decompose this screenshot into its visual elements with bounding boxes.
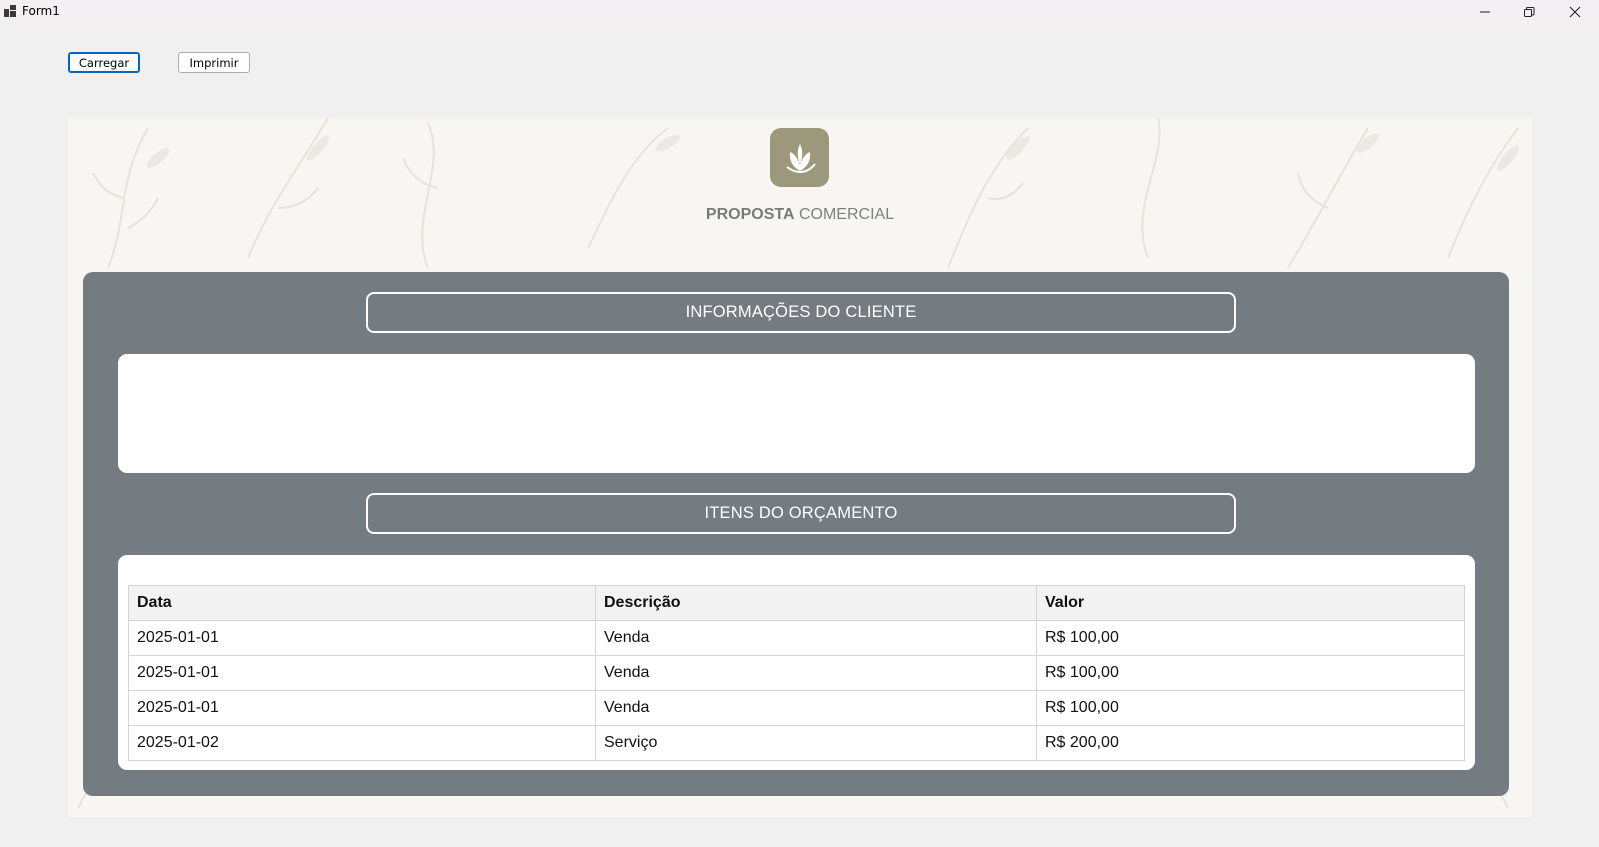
column-header-description: Descrição <box>595 585 1037 621</box>
cell-description: Venda <box>595 620 1037 656</box>
flower-logo-icon <box>770 128 829 187</box>
cell-value: R$ 100,00 <box>1036 655 1465 691</box>
column-header-date: Data <box>128 585 596 621</box>
cell-value: R$ 100,00 <box>1036 620 1465 656</box>
cell-date: 2025-01-01 <box>128 690 596 726</box>
app-icon <box>4 5 16 17</box>
client-info-box <box>118 354 1475 473</box>
document-title-rest: COMERCIAL <box>798 206 895 223</box>
table-row: 2025-01-01 Venda R$ 100,00 <box>128 690 1465 726</box>
cell-value: R$ 100,00 <box>1036 690 1465 726</box>
restore-button[interactable] <box>1506 0 1552 23</box>
minimize-icon <box>1480 11 1490 12</box>
close-icon <box>1569 6 1581 17</box>
table-row: 2025-01-02 Serviço R$ 200,00 <box>128 725 1465 761</box>
budget-items-heading: ITENS DO ORÇAMENTO <box>366 493 1236 534</box>
cell-description: Serviço <box>595 725 1037 761</box>
budget-items-table: Data Descrição Valor 2025-01-01 Venda R$… <box>128 585 1465 761</box>
window-title: Form1 <box>22 4 60 18</box>
cell-date: 2025-01-01 <box>128 620 596 656</box>
cell-value: R$ 200,00 <box>1036 725 1465 761</box>
proposal-document: PROPOSTA COMERCIAL INFORMAÇÕES DO CLIENT… <box>68 118 1532 817</box>
print-button[interactable]: Imprimir <box>178 52 250 73</box>
table-row: 2025-01-01 Venda R$ 100,00 <box>128 655 1465 691</box>
cell-date: 2025-01-01 <box>128 655 596 691</box>
document-title-bold: PROPOSTA <box>705 206 795 223</box>
client-info-heading: INFORMAÇÕES DO CLIENTE <box>366 292 1236 333</box>
table-row: 2025-01-01 Venda R$ 100,00 <box>128 620 1465 656</box>
cell-date: 2025-01-02 <box>128 725 596 761</box>
close-button[interactable] <box>1552 0 1598 23</box>
title-bar: Form1 <box>0 0 1599 23</box>
cell-description: Venda <box>595 690 1037 726</box>
minimize-button[interactable] <box>1462 0 1508 23</box>
cell-description: Venda <box>595 655 1037 691</box>
restore-icon <box>1524 6 1535 17</box>
budget-items-box: Data Descrição Valor 2025-01-01 Venda R$… <box>118 555 1475 770</box>
content-panel: INFORMAÇÕES DO CLIENTE ITENS DO ORÇAMENT… <box>83 272 1509 796</box>
load-button[interactable]: Carregar <box>68 52 140 73</box>
table-header-row: Data Descrição Valor <box>128 585 1465 621</box>
column-header-value: Valor <box>1036 585 1465 621</box>
document-title: PROPOSTA COMERCIAL <box>68 206 1532 224</box>
